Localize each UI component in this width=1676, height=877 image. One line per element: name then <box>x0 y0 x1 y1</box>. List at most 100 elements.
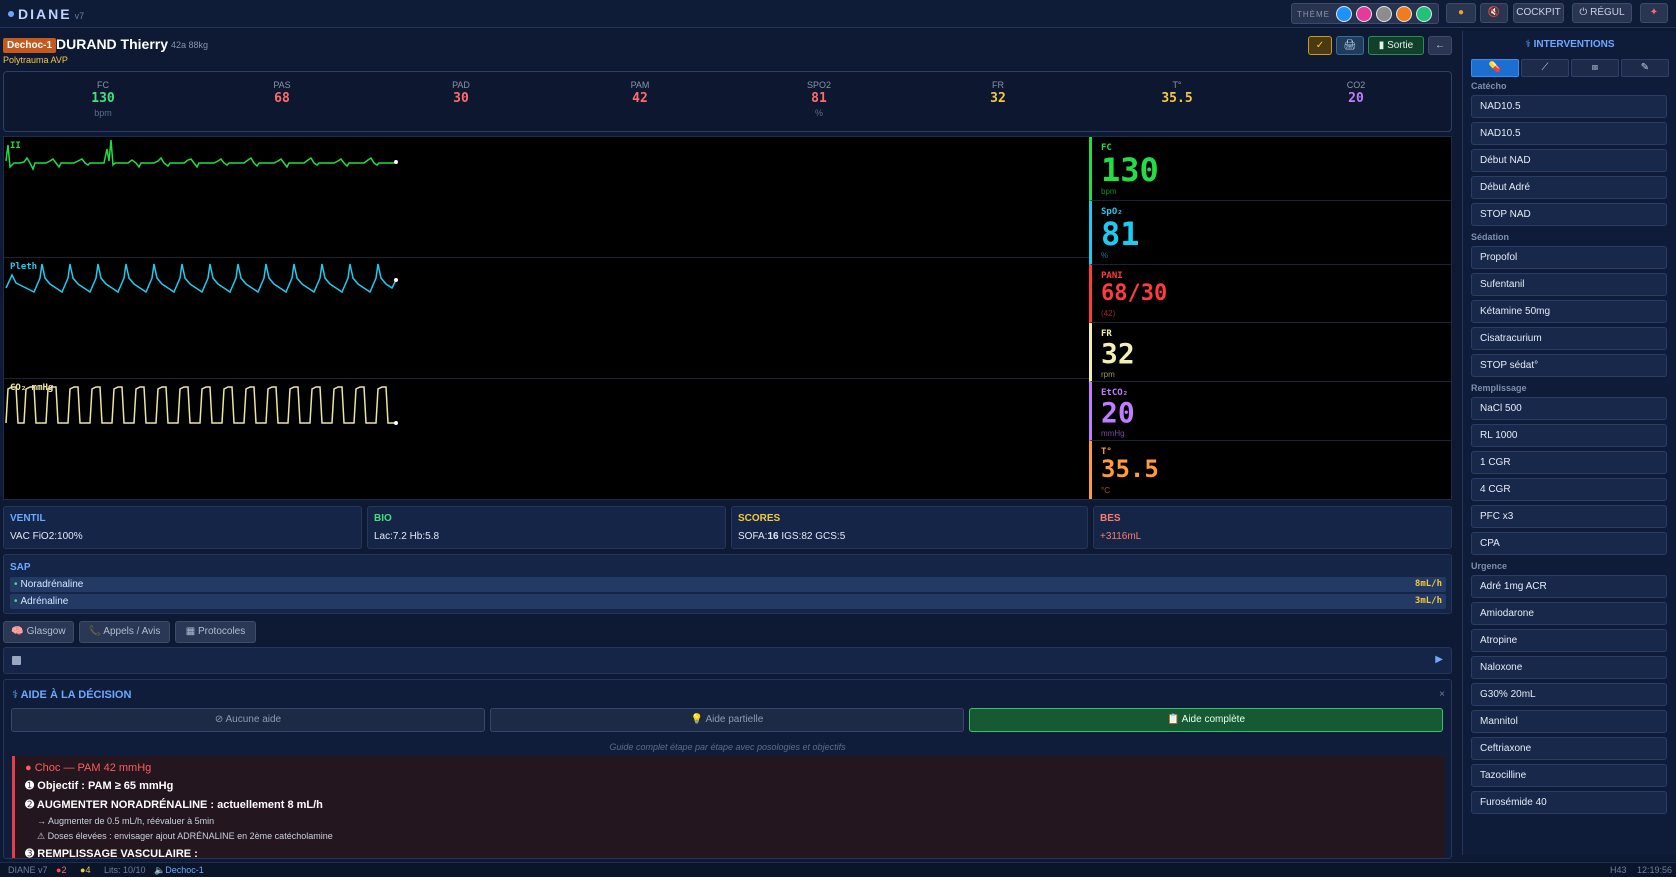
intervention-button[interactable]: NAD10.5 <box>1471 122 1667 145</box>
tab-protocoles[interactable]: ▦ Protocoles <box>175 621 256 643</box>
top-bar: DIANE v7 THÈME ● 🔇 COCKPIT ⏻ RÉGUL ✦ <box>0 0 1676 28</box>
monitor-screen: II Pleth CO₂ mmHg FC 130 bpm SpO₂ 81 % P… <box>3 136 1452 500</box>
intervention-button[interactable]: Adré 1mg ACR <box>1471 575 1667 598</box>
app-logo: DIANE v7 <box>8 6 84 22</box>
stop-icon[interactable] <box>12 656 21 665</box>
patient-diagnosis: Polytrauma AVP <box>3 55 68 65</box>
intervention-button[interactable]: STOP NAD <box>1471 203 1667 226</box>
monitor-fc: FC 130 bpm <box>1089 137 1451 201</box>
intervention-button[interactable]: Sufentanil <box>1471 273 1667 296</box>
intervention-button[interactable]: Début NAD <box>1471 149 1667 172</box>
intervention-button[interactable]: 1 CGR <box>1471 451 1667 474</box>
brain-icon: 🧠 <box>11 626 24 637</box>
bio-panel[interactable]: BIO Lac:7.2 Hb:5.8 <box>367 506 726 549</box>
tab-drugs-icon[interactable]: 💊 <box>1471 59 1519 77</box>
step-2-detail: → Augmenter de 0.5 mL/h, réévaluer à 5mi… <box>37 816 215 826</box>
vital-fc: FC 130 bpm <box>91 80 115 118</box>
patient-header: Dechoc-1 DURAND Thierry 42a 88kg Polytra… <box>0 30 1452 68</box>
co2-wave: CO₂ mmHg <box>4 379 1089 500</box>
intervention-button[interactable]: PFC x3 <box>1471 505 1667 528</box>
monitor-spo2: SpO₂ 81 % <box>1089 201 1451 265</box>
intervention-button[interactable]: NAD10.5 <box>1471 95 1667 118</box>
regul-icon: ⏻ <box>1579 7 1591 18</box>
intervention-button[interactable]: Ceftriaxone <box>1471 737 1667 760</box>
regul-button[interactable]: ⏻ RÉGUL <box>1572 3 1632 23</box>
sortie-button[interactable]: ▮ Sortie <box>1368 36 1424 55</box>
mode-aide-complete[interactable]: 📋 Aide complète <box>969 708 1443 732</box>
tab-glasgow[interactable]: 🧠 Glasgow <box>3 621 74 643</box>
sap-row[interactable]: Noradrénaline8mL/h <box>10 577 1446 592</box>
bes-panel[interactable]: BES +3116mL <box>1093 506 1452 549</box>
red-circle-icon: ● <box>25 762 35 774</box>
mute-icon-button[interactable]: 🔇 <box>1480 3 1508 23</box>
stethoscope-icon: ⚕ <box>12 689 21 701</box>
decision-aid-panel: ⚕ AIDE À LA DÉCISION × ⊘ Aucune aide 💡 A… <box>3 679 1452 859</box>
emergency-icon-button[interactable]: ✦ <box>1640 3 1668 23</box>
step-2: ➋ AUGMENTER NORADRÉNALINE : actuellement… <box>25 799 323 811</box>
intervention-button[interactable]: Naloxone <box>1471 656 1667 679</box>
intervention-section-title: Urgence <box>1471 561 1508 571</box>
interventions-panel: ⚕ INTERVENTIONS 💊 ⟋ ⩎ ✎ Catécho NAD10.5 NA… <box>1462 31 1676 855</box>
intervention-button[interactable]: Amiodarone <box>1471 602 1667 625</box>
theme-swatch-gray[interactable] <box>1376 6 1392 22</box>
ecg-wave: II <box>4 137 1089 258</box>
cockpit-button[interactable]: COCKPIT <box>1513 3 1564 23</box>
interventions-title: ⚕ INTERVENTIONS <box>1525 39 1615 50</box>
stethoscope-icon: ⚕ <box>1525 39 1534 50</box>
sap-title: SAP <box>10 562 31 573</box>
intervention-button[interactable]: 4 CGR <box>1471 478 1667 501</box>
mode-aucune-aide[interactable]: ⊘ Aucune aide <box>11 708 485 732</box>
tab-appels[interactable]: 📞 Appels / Avis <box>79 621 170 643</box>
intervention-button[interactable]: Propofol <box>1471 246 1667 269</box>
mode-aide-partielle[interactable]: 💡 Aide partielle <box>490 708 964 732</box>
sap-row[interactable]: Adrénaline3mL/h <box>10 594 1446 609</box>
lightbulb-icon: 💡 <box>690 714 704 725</box>
aide-title: ⚕ AIDE À LA DÉCISION <box>12 689 132 701</box>
theme-picker: THÈME <box>1291 3 1439 24</box>
intervention-button[interactable]: Mannitol <box>1471 710 1667 733</box>
back-button[interactable]: ← <box>1428 36 1452 55</box>
vitals-bar: FC 130 bpm PAS 68 PAD 30 PAM 42 SPO2 81% FR 32 … <box>3 71 1452 132</box>
intervention-button[interactable]: Kétamine 50mg <box>1471 300 1667 323</box>
shock-alert: ● Choc — PAM 42 mmHg ➊ Objectif : PAM ≥ … <box>12 756 1445 858</box>
tab-edit-icon[interactable]: ✎ <box>1621 59 1669 77</box>
alert-title: ● Choc — PAM 42 mmHg <box>25 762 152 774</box>
play-icon[interactable]: ▶ <box>1435 654 1443 665</box>
tab-lungs-icon[interactable]: ⩎ <box>1571 59 1619 77</box>
close-icon[interactable]: × <box>1439 689 1445 700</box>
step-2-warning: ⚠ Doses élevées : envisager ajout ADRÉNA… <box>37 831 333 841</box>
command-bar[interactable]: ▶ <box>3 647 1452 674</box>
intervention-button[interactable]: G30% 20mL <box>1471 683 1667 706</box>
tab-procedures-icon[interactable]: ⟋ <box>1521 59 1569 77</box>
validate-button[interactable]: ✓ <box>1308 36 1332 55</box>
alarm-icon-button[interactable]: ● <box>1446 3 1476 23</box>
intervention-button[interactable]: Furosémide 40 <box>1471 791 1667 814</box>
vital-pam: PAM 42 <box>630 80 650 106</box>
monitor-fr: FR 32 rpm <box>1089 323 1451 382</box>
phone-icon: 📞 <box>88 626 102 637</box>
theme-swatch-pink[interactable] <box>1356 6 1372 22</box>
intervention-button[interactable]: RL 1000 <box>1471 424 1667 447</box>
status-bed: 🔈Dechoc-1 <box>154 865 204 875</box>
intervention-button[interactable]: Tazocilline <box>1471 764 1667 787</box>
pleth-wave: Pleth <box>4 258 1089 379</box>
status-time: 12:19:56 <box>1637 865 1673 875</box>
theme-swatch-blue[interactable] <box>1336 6 1352 22</box>
intervention-section-title: Sédation <box>1471 232 1510 242</box>
intervention-button[interactable]: CPA <box>1471 532 1667 555</box>
intervention-button[interactable]: Cisatracurium <box>1471 327 1667 350</box>
intervention-button[interactable]: Atropine <box>1471 629 1667 652</box>
grid-icon: ▦ <box>185 626 196 637</box>
scores-panel[interactable]: SCORES SOFA:16 IGS:82 GCS:5 <box>731 506 1088 549</box>
intervention-button[interactable]: NaCl 500 <box>1471 397 1667 420</box>
vital-fr: FR 32 <box>990 80 1006 106</box>
print-button[interactable]: 🖨 <box>1336 36 1364 55</box>
theme-swatch-orange[interactable] <box>1396 6 1412 22</box>
theme-swatch-green[interactable] <box>1416 6 1432 22</box>
sap-panel: SAP Noradrénaline8mL/h Adrénaline3mL/h <box>3 554 1452 614</box>
intervention-button[interactable]: Début Adré <box>1471 176 1667 199</box>
intervention-button[interactable]: STOP sédat° <box>1471 354 1667 377</box>
patient-info: 42a 88kg <box>171 40 209 50</box>
ventil-panel[interactable]: VENTIL VAC FiO2:100% <box>3 506 362 549</box>
beds-count: Lits: 10/10 <box>104 865 146 875</box>
